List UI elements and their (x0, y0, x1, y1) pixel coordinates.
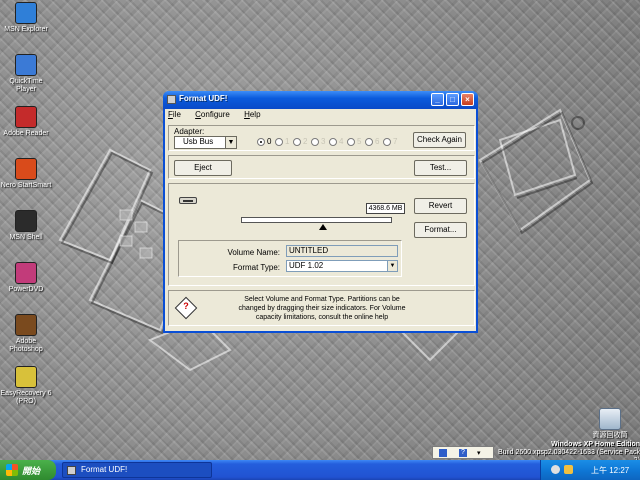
help-line-3: capacity limitations, consult the online… (255, 314, 389, 321)
target-id-radio[interactable] (347, 138, 355, 146)
desktop-icon[interactable]: MSN Shell (0, 210, 52, 242)
help-line-1: Select Volume and Format Type. Partition… (244, 296, 400, 303)
app-icon (167, 95, 176, 104)
desktop-icon[interactable]: QuickTime Player (0, 54, 52, 94)
desktop-app-icon (15, 366, 37, 388)
target-id-radio[interactable] (257, 138, 265, 146)
adapter-select[interactable]: Usb Bus ▼ (174, 136, 237, 149)
recycle-bin-label: 資源回收筒 (592, 432, 628, 439)
windows-logo-icon (6, 464, 18, 476)
chevron-down-icon[interactable]: ▼ (225, 137, 236, 148)
desktop-app-icon (15, 314, 37, 336)
windows-version-line1: Windows XP Home Edition (551, 441, 640, 448)
desktop-icon-label: Adobe Reader (3, 130, 49, 137)
desktop-app-icon (15, 106, 37, 128)
recycle-bin-icon (599, 408, 621, 430)
clock[interactable]: 上午 12:27 (591, 465, 629, 476)
adapter-value: Usb Bus (183, 137, 214, 146)
target-id-label: 1 (285, 137, 290, 146)
target-id-label: 0 (267, 137, 272, 146)
desktop-app-icon (15, 262, 37, 284)
desktop-icon-label: Adobe Photoshop (9, 338, 43, 353)
desktop-icon-label: QuickTime Player (9, 78, 43, 93)
help-panel: ? Select Volume and Format Type. Partiti… (168, 290, 475, 326)
close-button[interactable]: × (461, 93, 474, 106)
help-line-2: changed by dragging their size indicator… (238, 305, 406, 312)
volume-group: Volume Name: UNTITLED Format Type: UDF 1… (178, 240, 402, 277)
language-bar-arrow-icon: ▾ (477, 450, 481, 457)
desktop-icon-label: EasyRecovery 6 (PRO) (0, 390, 52, 405)
drive-panel: 4368.6 MB Revert Format... Volume Name: … (168, 183, 475, 286)
format-type-value: UDF 1.02 (289, 261, 324, 270)
check-again-button[interactable]: Check Again (413, 132, 466, 148)
title-bar[interactable]: Format UDF! _ □ × (163, 91, 478, 109)
taskbar-item-label: Format UDF! (81, 465, 128, 474)
desktop-app-icon (15, 2, 37, 24)
desktop-icon-label: Nero StartSmart (0, 182, 52, 189)
target-id-radio[interactable] (293, 138, 301, 146)
language-icon (439, 449, 447, 457)
volume-name-label: Volume Name: (227, 248, 280, 257)
size-indicator-icon[interactable] (319, 224, 327, 230)
target-id-label: 3 (321, 137, 326, 146)
eject-panel: Eject Test... (168, 155, 475, 179)
target-id-label: 6 (375, 137, 380, 146)
network-icon[interactable] (551, 465, 560, 474)
taskbar: 開始 Format UDF! 上午 12:27 (0, 460, 640, 480)
minimize-button[interactable]: _ (431, 93, 444, 106)
target-id-radio[interactable] (311, 138, 319, 146)
start-button[interactable]: 開始 (0, 460, 56, 480)
target-id-radio[interactable] (275, 138, 283, 146)
format-type-select[interactable]: UDF 1.02 ▼ (286, 260, 398, 272)
menu-help[interactable]: Help (244, 110, 266, 119)
desktop-icon[interactable]: Adobe Reader (0, 106, 52, 138)
menu-configure[interactable]: Configure (195, 110, 236, 119)
start-label: 開始 (22, 466, 41, 476)
maximize-button[interactable]: □ (446, 93, 459, 106)
target-id-label: 4 (339, 137, 344, 146)
app-icon (67, 466, 76, 475)
language-bar[interactable]: ? ▾ (432, 446, 494, 459)
format-button[interactable]: Format... (414, 222, 467, 238)
format-type-label: Format Type: (233, 263, 280, 272)
chevron-down-icon[interactable]: ▼ (387, 261, 397, 271)
desktop-icon-label: MSN Shell (9, 234, 43, 241)
system-tray: 上午 12:27 (540, 460, 640, 480)
target-id-label: 2 (303, 137, 308, 146)
adapter-label: Adapter: (174, 127, 205, 136)
eject-button[interactable]: Eject (174, 160, 232, 176)
desktop-icon[interactable]: EasyRecovery 6 (PRO) (0, 366, 52, 406)
menu-bar: File Configure Help (168, 110, 473, 122)
desktop-app-icon (15, 158, 37, 180)
target-id-radios: 0 1 2 3 4 5 6 7 (257, 137, 412, 148)
desktop-app-icon (15, 54, 37, 76)
desktop-icon-label: PowerDVD (8, 286, 44, 293)
help-text: Select Volume and Format Type. Partition… (207, 295, 437, 322)
desktop-icon[interactable]: Nero StartSmart (0, 158, 52, 190)
adapter-panel: Adapter: Usb Bus ▼ 0 1 2 3 4 5 6 7 Check Again (168, 125, 475, 151)
partition-bar[interactable] (241, 217, 392, 223)
target-id-radio[interactable] (329, 138, 337, 146)
drive-size: 4368.6 MB (366, 203, 405, 214)
volume-icon[interactable] (564, 465, 573, 474)
window-title: Format UDF! (179, 94, 228, 103)
volume-name-input[interactable]: UNTITLED (286, 245, 398, 257)
drive-icon (179, 197, 197, 204)
taskbar-item-format-udf[interactable]: Format UDF! (62, 462, 212, 478)
menu-file[interactable]: File (168, 110, 187, 119)
desktop-icon[interactable]: PowerDVD (0, 262, 52, 294)
recycle-bin[interactable]: 資源回收筒 (584, 408, 636, 440)
help-tray-icon: ? (459, 449, 467, 457)
desktop-icon[interactable]: MSN Explorer (0, 2, 52, 34)
desktop-icon[interactable]: Adobe Photoshop (0, 314, 52, 354)
target-id-label: 5 (357, 137, 362, 146)
desktop-icon-label: MSN Explorer (4, 26, 48, 33)
target-id-radio[interactable] (383, 138, 391, 146)
target-id-radio[interactable] (365, 138, 373, 146)
desktop-app-icon (15, 210, 37, 232)
target-id-label: 7 (393, 137, 398, 146)
revert-button[interactable]: Revert (414, 198, 467, 214)
test-button[interactable]: Test... (414, 160, 467, 176)
format-udf-window: Format UDF! _ □ × File Configure Help Ad… (163, 91, 478, 333)
